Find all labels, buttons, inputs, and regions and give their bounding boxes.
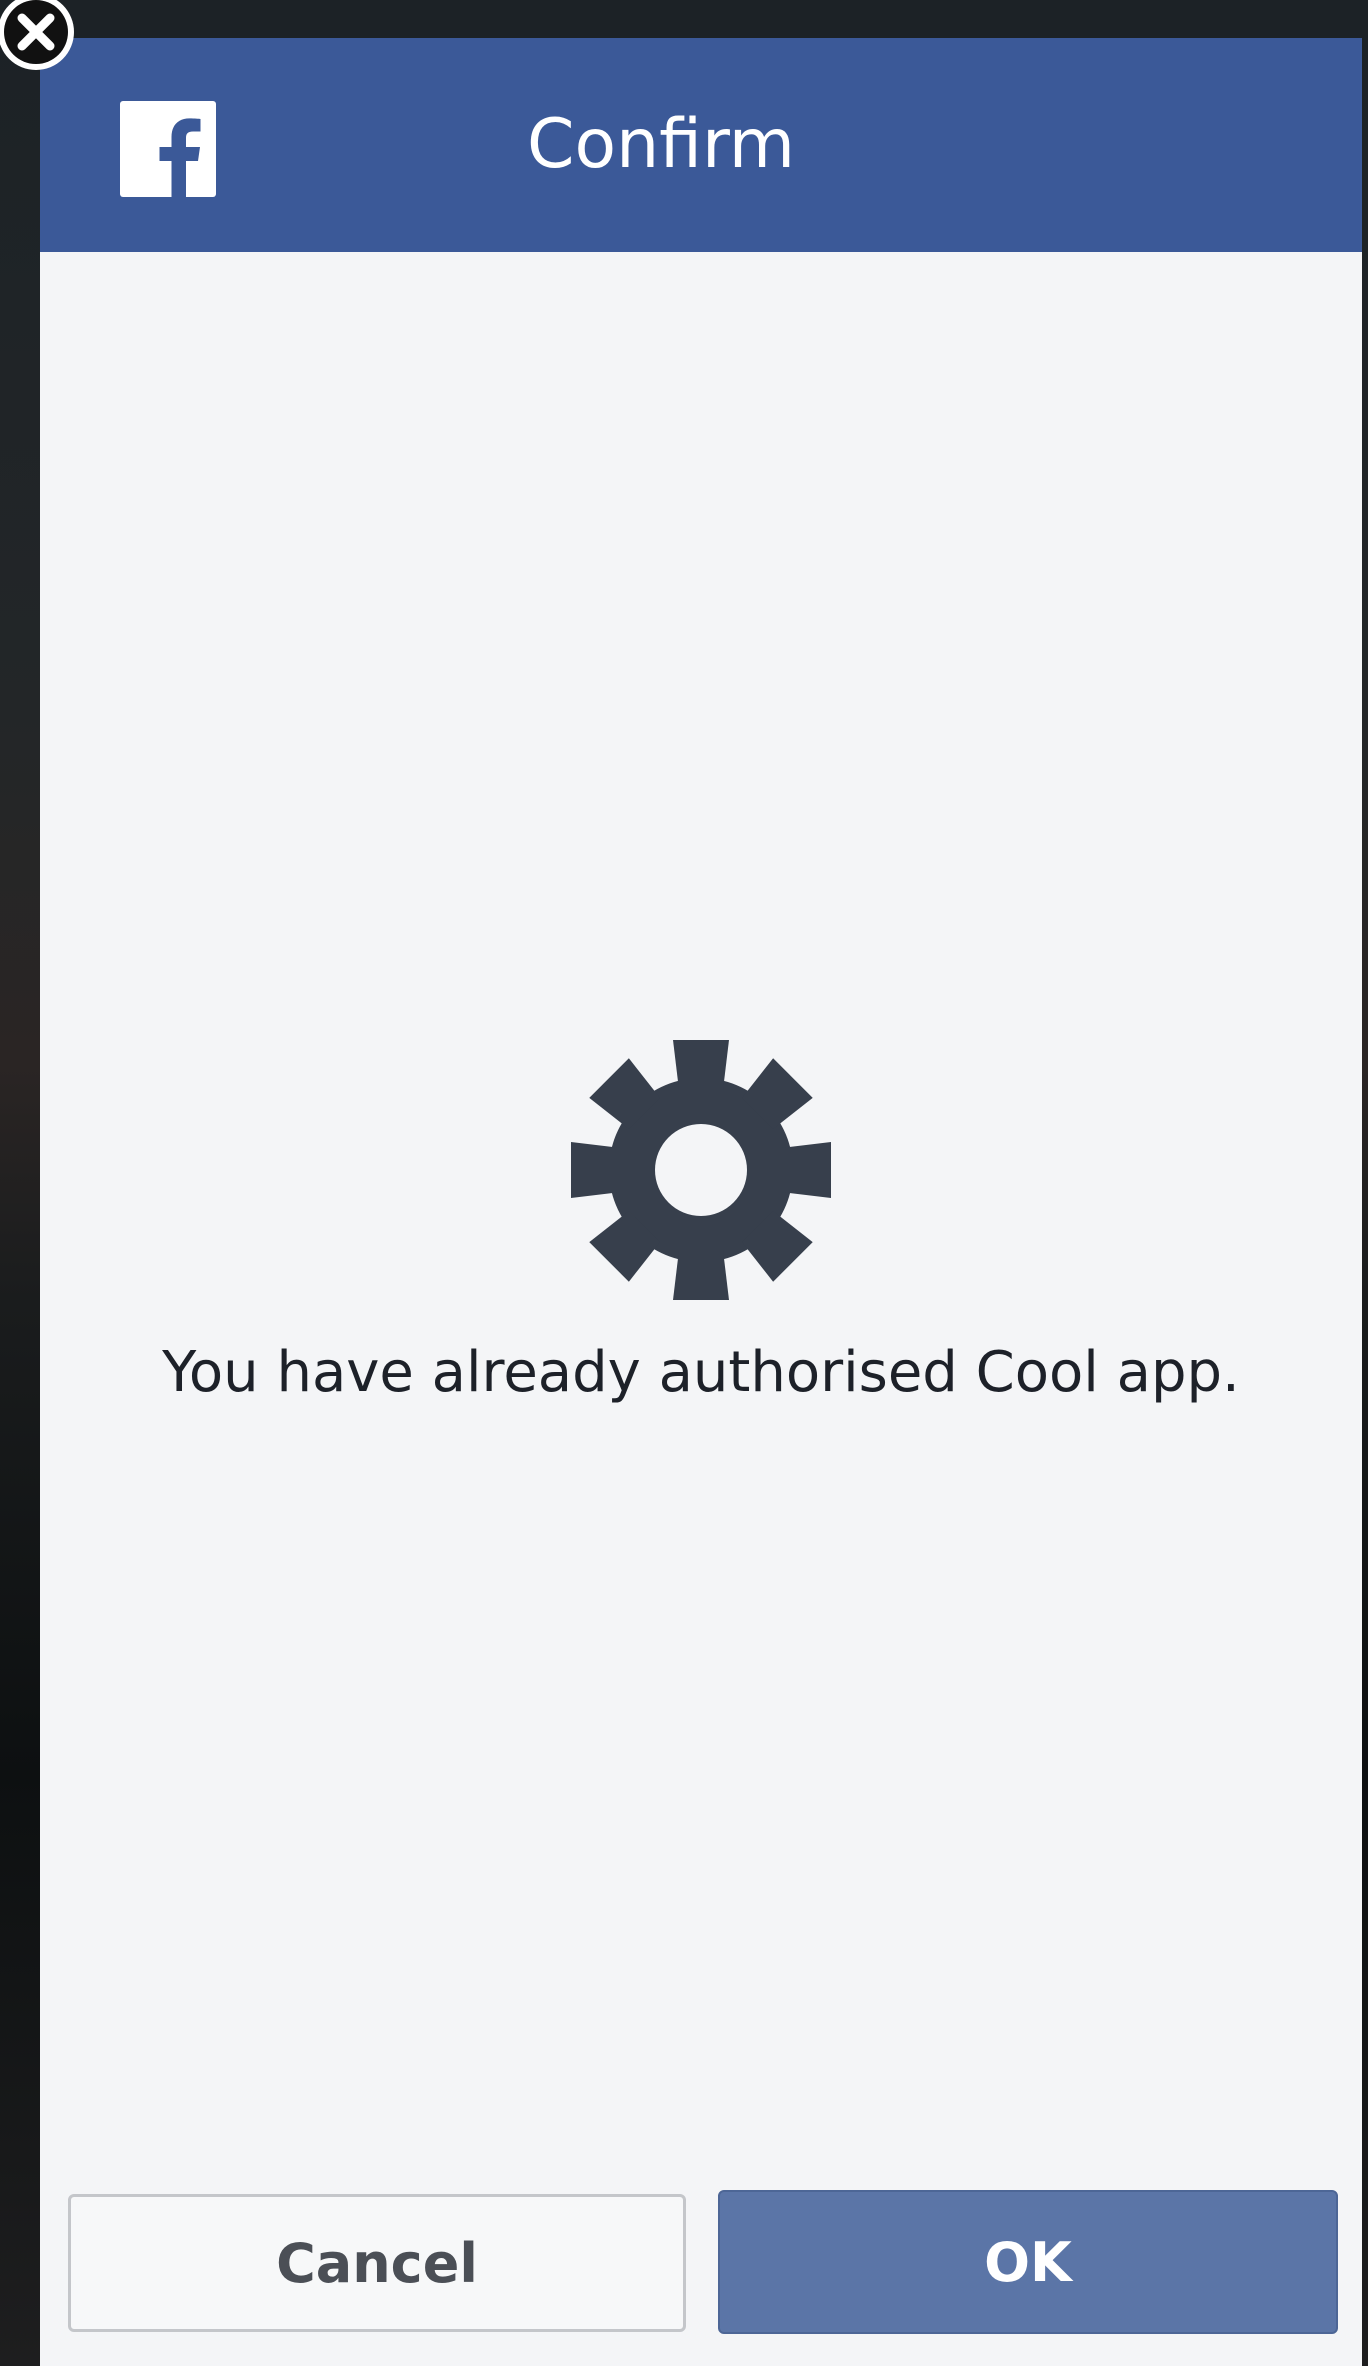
ok-button[interactable]: OK [718, 2190, 1338, 2334]
confirm-dialog: Confirm You have already authorised Cool… [40, 38, 1362, 2366]
close-icon[interactable] [0, 0, 86, 76]
dialog-title: Confirm [526, 105, 795, 184]
cancel-button[interactable]: Cancel [68, 2194, 686, 2332]
gear-icon [571, 1040, 831, 1300]
authorised-message: You have already authorised Cool app. [162, 1340, 1240, 1405]
dialog-header: Confirm [40, 38, 1362, 252]
